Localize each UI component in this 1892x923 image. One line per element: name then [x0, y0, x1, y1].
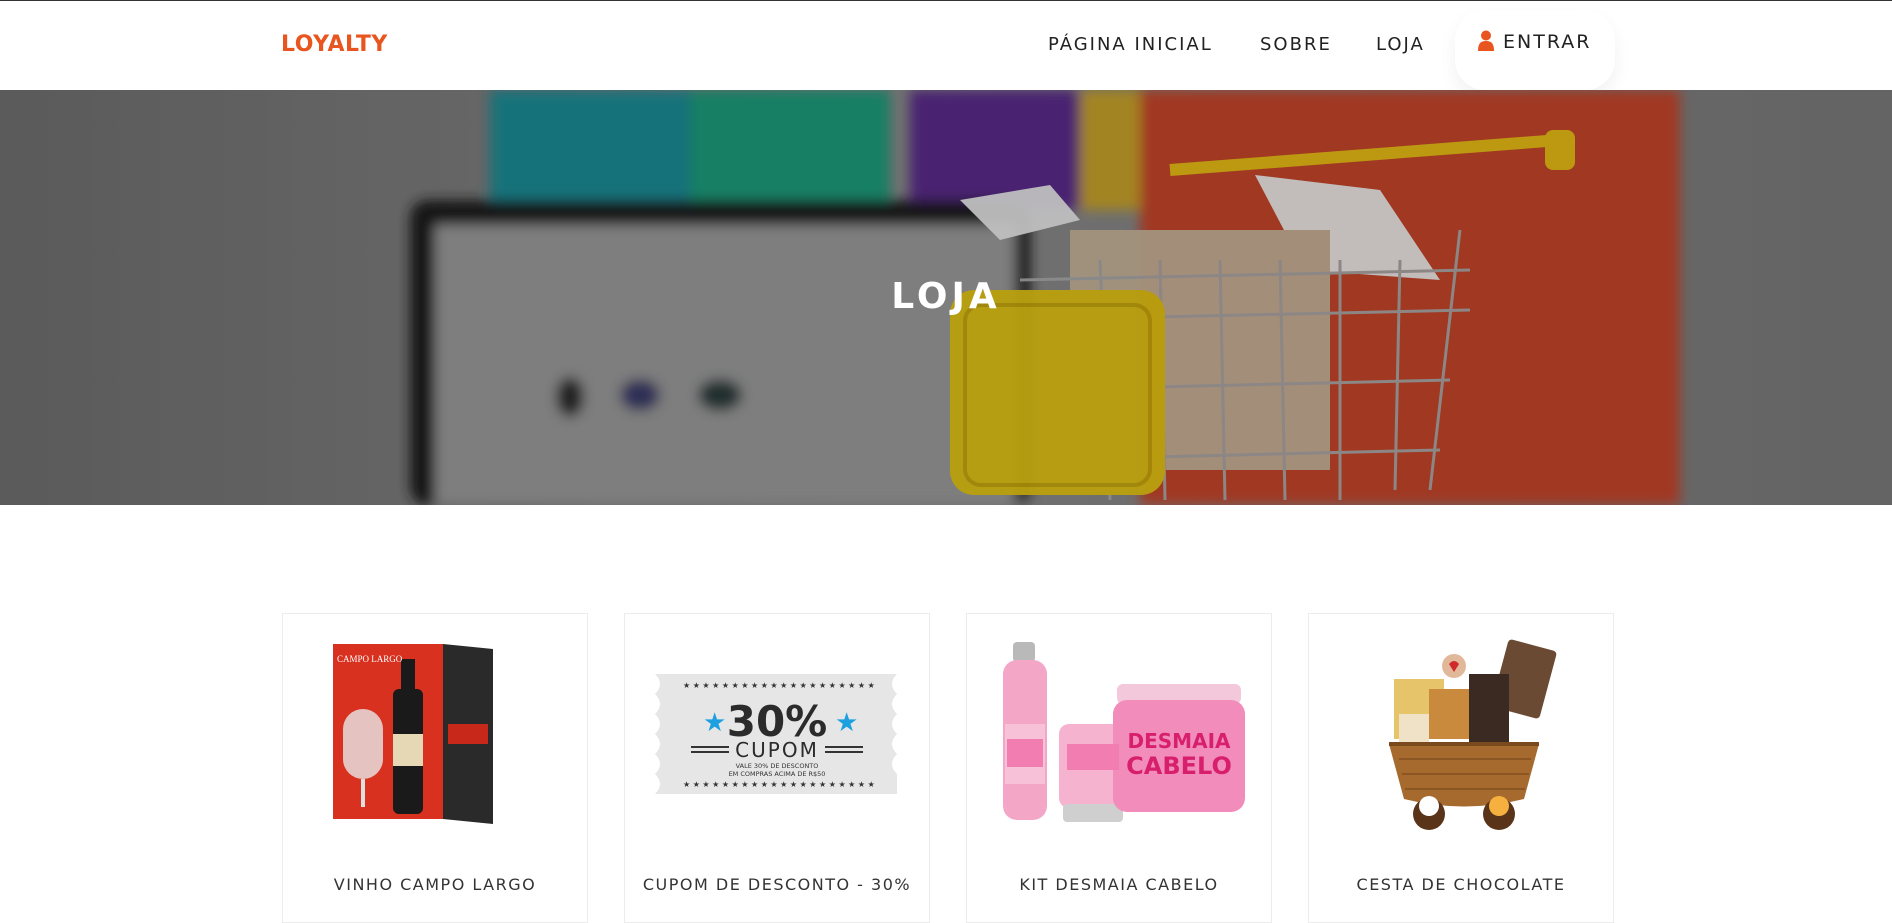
nav-shop-link[interactable]: LOJA	[1376, 34, 1425, 55]
coupon-fine-print-2: EM COMPRAS ACIMA DE R$50	[729, 770, 826, 778]
product-name[interactable]: VINHO CAMPO LARGO	[283, 875, 587, 894]
coupon-fine-print-1: VALE 30% DE DESCONTO	[736, 762, 819, 770]
product-card-wine[interactable]: CAMPO LARGO VINHO CAMPO LARGO	[282, 613, 588, 923]
coupon-word: CUPOM	[735, 738, 819, 762]
chocolate-basket-image	[1389, 639, 1557, 830]
product-card-coupon[interactable]: ★ ★ ★ ★ ★ ★ ★ ★ ★ ★ ★ ★ ★ ★ ★ ★ ★ ★ ★ ★ …	[624, 613, 930, 923]
wine-box-image: CAMPO LARGO	[333, 644, 493, 824]
product-name[interactable]: CESTA DE CHOCOLATE	[1309, 875, 1613, 894]
nav-about-link[interactable]: SOBRE	[1260, 34, 1332, 55]
product-name[interactable]: KIT DESMAIA CABELO	[967, 875, 1271, 894]
hero-banner: LOJA	[0, 90, 1892, 505]
product-card-hair-kit[interactable]: DESMAIA CABELO KIT DESMAIA CABELO	[966, 613, 1272, 923]
user-icon	[1478, 30, 1494, 51]
svg-text:★ ★ ★ ★ ★ ★ ★ ★ ★ ★ ★ ★ ★ ★ ★: ★ ★ ★ ★ ★ ★ ★ ★ ★ ★ ★ ★ ★ ★ ★ ★ ★ ★ ★ ★	[683, 780, 875, 789]
hair-kit-label-1: DESMAIA	[1128, 729, 1231, 753]
product-name[interactable]: CUPOM DE DESCONTO - 30%	[625, 875, 929, 894]
coupon-image: ★ ★ ★ ★ ★ ★ ★ ★ ★ ★ ★ ★ ★ ★ ★ ★ ★ ★ ★ ★ …	[655, 674, 897, 794]
nav-home-link[interactable]: PÁGINA INICIAL	[1048, 34, 1213, 55]
wine-brand-text: CAMPO LARGO	[337, 654, 403, 664]
logo-link[interactable]: LOYALTY	[281, 32, 388, 57]
svg-text:★: ★	[835, 708, 858, 738]
hair-kit-image: DESMAIA CABELO	[1003, 642, 1245, 822]
hair-kit-label-2: CABELO	[1126, 752, 1232, 780]
login-label[interactable]: ENTRAR	[1503, 31, 1591, 53]
page-title: LOJA	[891, 276, 1001, 317]
svg-text:★: ★	[703, 708, 726, 738]
svg-text:★ ★ ★ ★ ★ ★ ★ ★ ★ ★ ★ ★ ★ ★ ★: ★ ★ ★ ★ ★ ★ ★ ★ ★ ★ ★ ★ ★ ★ ★ ★ ★ ★ ★ ★	[683, 681, 875, 690]
product-card-chocolate-basket[interactable]: CESTA DE CHOCOLATE	[1308, 613, 1614, 923]
